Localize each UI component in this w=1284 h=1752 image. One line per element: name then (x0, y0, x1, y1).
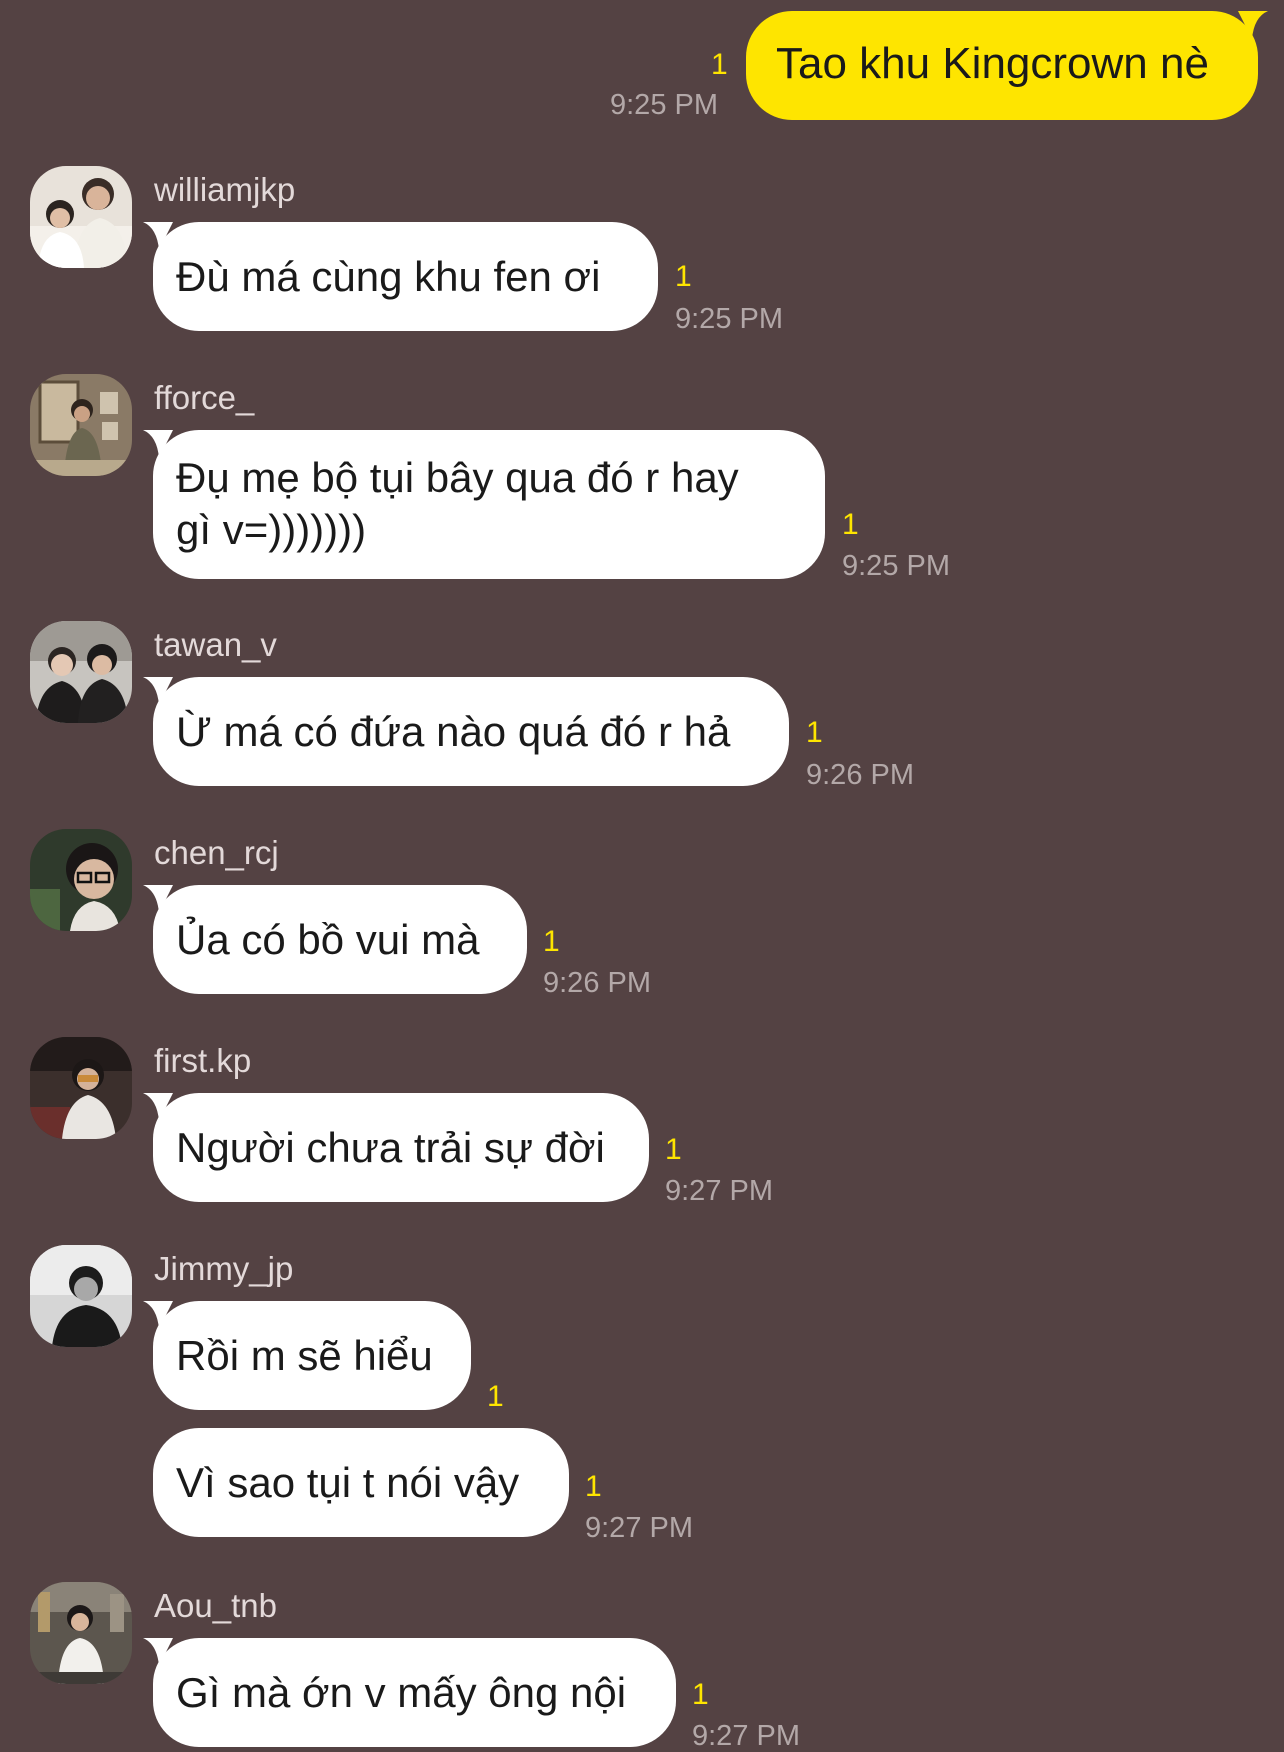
sender-name: williamjkp (154, 171, 296, 208)
message-text: Đù má cùng khu fen ơi (176, 253, 601, 300)
message-text: Đụ mẹ bộ tụi bây qua đó r hay (176, 454, 739, 501)
unread-count: 1 (842, 508, 859, 541)
sender-name: fforce_ (154, 379, 255, 416)
message-text: Gì mà ớn v mấy ông nội (176, 1669, 627, 1716)
unread-count: 1 (692, 1678, 709, 1711)
bubble-tail (143, 430, 173, 458)
message-bubble[interactable]: Vì sao tụi t nói vậy (153, 1428, 569, 1537)
sender-name: Aou_tnb (154, 1587, 277, 1624)
message-text: Người chưa trải sự đời (176, 1124, 605, 1171)
bubble-tail (143, 677, 173, 705)
message-bubble[interactable]: Rồi m sẽ hiểu (143, 1301, 471, 1410)
message-text: Vì sao tụi t nói vậy (176, 1459, 520, 1506)
chat-view[interactable]: Tao khu Kingcrown nè 1 9:25 PM williamjk… (0, 0, 1284, 1751)
bubble-tail (143, 1638, 173, 1666)
message-text: Ừ má có đứa nào quá đó r hả (176, 708, 731, 755)
unread-count: 1 (711, 48, 728, 81)
bubble-tail (143, 222, 173, 250)
bubble-tail (1238, 11, 1268, 39)
sender-name: tawan_v (154, 626, 277, 663)
message-bubble[interactable]: Người chưa trải sự đời (143, 1093, 649, 1202)
message-time: 9:26 PM (543, 967, 651, 999)
message-time: 9:25 PM (842, 550, 950, 582)
message-time: 9:26 PM (806, 759, 914, 791)
avatar-jimmy-jp[interactable] (30, 1245, 132, 1347)
avatar-fforce[interactable] (30, 374, 132, 476)
unread-count: 1 (487, 1380, 504, 1413)
unread-count: 1 (675, 260, 692, 293)
bubble-tail (143, 885, 173, 913)
avatar-aou-tnb[interactable] (30, 1582, 132, 1684)
avatar-first-kp[interactable] (30, 1037, 132, 1139)
unread-count: 1 (806, 716, 823, 749)
message-time: 9:25 PM (675, 303, 783, 335)
sender-name: chen_rcj (154, 834, 279, 871)
message-bubble[interactable]: Đụ mẹ bộ tụi bây qua đó r hay gì v=)))))… (143, 430, 825, 579)
avatar-tawan-v[interactable] (30, 621, 132, 723)
unread-count: 1 (665, 1133, 682, 1166)
unread-count: 1 (543, 925, 560, 958)
message-text: gì v=))))))) (176, 506, 367, 553)
message-text: Rồi m sẽ hiểu (176, 1332, 433, 1379)
message-time: 9:25 PM (610, 89, 718, 121)
message-text: Ủa có bồ vui mà (176, 916, 480, 963)
message-bubble[interactable]: Đù má cùng khu fen ơi (143, 222, 658, 331)
message-bubble[interactable]: Ừ má có đứa nào quá đó r hả (143, 677, 789, 786)
message-time: 9:27 PM (692, 1720, 800, 1752)
message-time: 9:27 PM (665, 1175, 773, 1207)
sender-name: Jimmy_jp (154, 1250, 294, 1287)
avatar-williamjkp[interactable] (30, 166, 132, 268)
bubble-tail (143, 1301, 173, 1329)
sender-name: first.kp (154, 1042, 252, 1079)
unread-count: 1 (585, 1470, 602, 1503)
message-bubble[interactable]: Ủa có bồ vui mà (143, 885, 527, 994)
bubble-tail (143, 1093, 173, 1121)
avatar-chen-rcj[interactable] (30, 829, 132, 931)
message-time: 9:27 PM (585, 1512, 693, 1544)
message-bubble[interactable]: Gì mà ớn v mấy ông nội (143, 1638, 676, 1747)
message-text: Tao khu Kingcrown nè (776, 39, 1209, 88)
outgoing-message-bubble[interactable]: Tao khu Kingcrown nè (746, 11, 1268, 120)
